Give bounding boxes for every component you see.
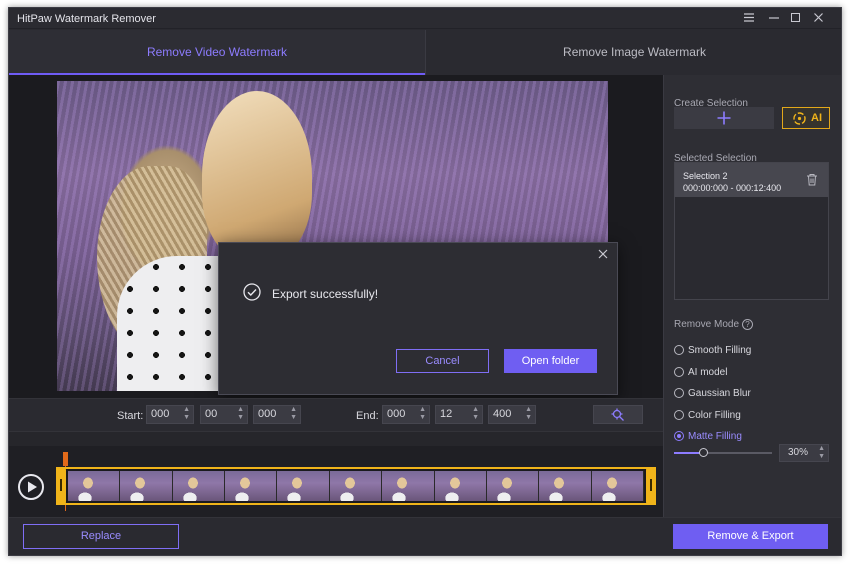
tab-remove-image-watermark[interactable]: Remove Image Watermark [426,30,841,75]
clip-thumbnail [486,471,540,501]
clip-thumbnails [68,471,644,501]
remove-export-button[interactable]: Remove & Export [673,524,828,549]
matte-percent-input[interactable]: 30% ▲ ▼ [779,444,829,462]
spinner-arrows-icon[interactable]: ▲ ▼ [419,406,426,422]
bottom-bar: Replace Remove & Export [9,517,841,555]
clip-thumbnail [539,471,592,501]
radio-gaussian-blur[interactable] [674,388,684,398]
start-minutes-input[interactable]: 000 ▲ ▼ [146,405,194,424]
radio-smooth-filling[interactable] [674,345,684,355]
start-seconds-input[interactable]: 00 ▲ ▼ [200,405,248,424]
minimize-icon[interactable] [763,10,785,26]
play-button[interactable] [18,474,44,500]
clip-thumbnail [225,471,278,501]
radio-matte-filling[interactable] [674,431,684,441]
spinner-arrows-icon[interactable]: ▲ ▼ [818,445,825,461]
clip-thumbnail [277,471,330,501]
replace-button[interactable]: Replace [23,524,179,549]
dialog-message: Export successfully! [272,287,379,301]
ai-label: AI [811,112,822,124]
ai-selection-button[interactable]: AI [782,107,830,129]
dialog-close-icon[interactable] [595,246,611,262]
selection-list-item[interactable]: Selection 2 000:00:000 - 000:12:400 [675,163,828,197]
remove-mode-label: Remove Mode [674,319,740,330]
spinner-arrows-icon[interactable]: ▲ ▼ [525,406,532,422]
clip-end-handle[interactable] [646,467,656,505]
app-title: HitPaw Watermark Remover [17,13,156,25]
end-milliseconds-input[interactable]: 400 ▲ ▼ [488,405,536,424]
check-circle-icon [243,283,261,301]
open-folder-button[interactable]: Open folder [504,349,597,373]
magic-wand-icon [611,408,624,421]
mode-tabs: Remove Video Watermark Remove Image Wate… [9,30,841,75]
cancel-button[interactable]: Cancel [396,349,489,373]
start-label: Start: [117,410,144,422]
maximize-icon[interactable] [785,10,807,26]
tab-remove-video-watermark[interactable]: Remove Video Watermark [9,30,425,75]
close-icon[interactable] [808,10,830,26]
plus-icon [717,111,731,125]
ai-target-icon [793,112,806,125]
radio-ai-model[interactable] [674,367,684,377]
spinner-arrows-icon[interactable]: ▲ ▼ [290,406,297,422]
clip-thumbnail [120,471,173,501]
end-seconds-input[interactable]: 12 ▲ ▼ [435,405,483,424]
timeline [9,431,663,517]
end-label: End: [356,410,379,422]
time-range-bar: Start: 000 ▲ ▼ 00 ▲ ▼ 000 ▲ ▼ End: 000 ▲ ▼ 1… [9,398,663,430]
selection-name: Selection 2 [683,171,728,181]
clip-thumbnail [382,471,435,501]
color-filling-label[interactable]: Color Filling [688,410,741,421]
matte-slider-knob[interactable] [699,448,709,457]
start-milliseconds-input[interactable]: 000 ▲ ▼ [253,405,301,424]
spinner-arrows-icon[interactable]: ▲ ▼ [472,406,479,422]
spinner-arrows-icon[interactable]: ▲ ▼ [237,406,244,422]
app-window: HitPaw Watermark Remover Remove Video Wa… [8,7,842,556]
menu-icon[interactable] [738,10,760,26]
clip-thumbnail [172,471,226,501]
clip-thumbnail [591,471,644,501]
timeline-ruler [9,432,663,446]
ai-model-label[interactable]: AI model [688,367,727,378]
selection-time-range: 000:00:000 - 000:12:400 [683,183,782,193]
video-hair [202,91,312,261]
radio-color-filling[interactable] [674,410,684,420]
gaussian-blur-label[interactable]: Gaussian Blur [688,388,751,399]
help-icon[interactable]: ? [742,319,753,330]
spinner-arrows-icon[interactable]: ▲ ▼ [183,406,190,422]
matte-filling-label[interactable]: Matte Filling [688,431,742,442]
selection-list: Selection 2 000:00:000 - 000:12:400 [674,162,829,300]
clip-thumbnail [329,471,383,501]
smooth-filling-label[interactable]: Smooth Filling [688,345,751,356]
end-minutes-input[interactable]: 000 ▲ ▼ [382,405,430,424]
export-success-dialog: Export successfully! Cancel Open folder [218,242,618,395]
playhead-marker[interactable] [63,452,68,466]
trash-icon[interactable] [806,173,818,186]
title-bar: HitPaw Watermark Remover [9,8,841,29]
clip-start-handle[interactable] [56,467,66,505]
timeline-clip-strip[interactable] [56,467,656,505]
matte-slider[interactable] [674,448,772,457]
clip-thumbnail [68,471,121,501]
play-icon [28,481,37,493]
auto-select-button[interactable] [593,405,643,424]
add-selection-button[interactable] [674,107,774,129]
video-preview-area: Export successfully! Cancel Open folder [9,75,663,398]
settings-panel: Create Selection AI Selected Selection S… [663,75,841,517]
clip-thumbnail [434,471,487,501]
